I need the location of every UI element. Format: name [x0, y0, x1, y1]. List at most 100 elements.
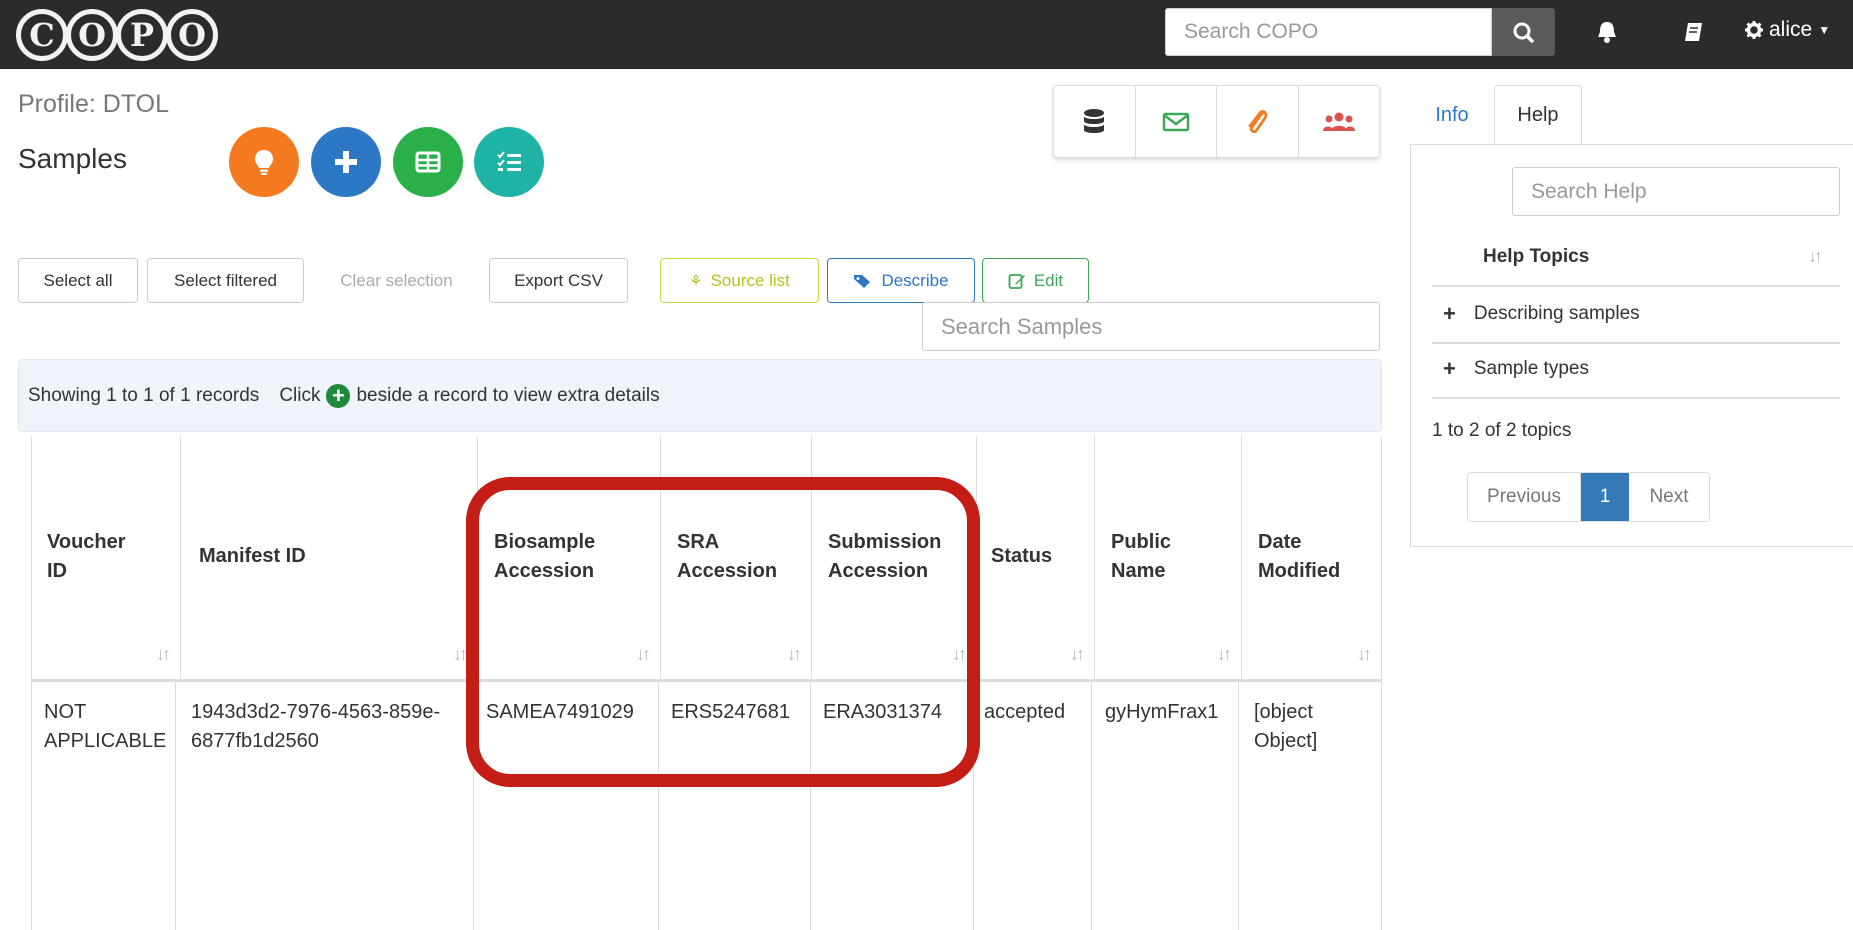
column-header-voucher-id[interactable]: Voucher ID ↓↑	[31, 436, 181, 679]
add-sample-button[interactable]	[311, 127, 381, 197]
logo-letter: C	[16, 9, 68, 61]
click-hint-text: Click	[279, 384, 321, 406]
clear-selection-button[interactable]: Clear selection	[323, 258, 470, 303]
search-help-input[interactable]: Search Help	[1512, 167, 1840, 216]
docs-button[interactable]	[1682, 16, 1706, 48]
checklist-icon	[497, 151, 521, 171]
cell-manifest-id[interactable]: 1943d3d2-7976-4563-859e- 6877fb1d2560	[176, 682, 474, 930]
divider	[1432, 285, 1840, 287]
lightbulb-icon	[255, 150, 273, 175]
attachments-button[interactable]	[1217, 86, 1299, 157]
top-navbar: C O P O Search COPO alice ▼	[0, 0, 1853, 69]
people-button[interactable]	[1299, 86, 1380, 157]
help-topics-header[interactable]: Help Topics	[1483, 246, 1589, 268]
logo-letter: O	[166, 9, 218, 61]
source-list-button[interactable]: ⚘ Source list	[660, 258, 819, 303]
cell-text: APPLICABLE	[44, 730, 167, 752]
search-samples-input[interactable]: Search Samples	[922, 302, 1380, 351]
tags-icon	[854, 274, 871, 288]
database-icon	[1084, 108, 1105, 133]
plant-icon: ⚘	[689, 272, 703, 290]
next-page-button[interactable]: Next	[1629, 473, 1709, 521]
describe-button[interactable]: Describe	[827, 258, 975, 303]
select-filtered-button[interactable]: Select filtered	[147, 258, 304, 303]
edit-button[interactable]: Edit	[982, 258, 1089, 303]
logo-letter: P	[116, 9, 168, 61]
messages-button[interactable]	[1136, 86, 1217, 157]
cell-text: [object	[1254, 701, 1313, 723]
sort-icon[interactable]: ↓↑	[453, 644, 468, 665]
plus-circle-icon: +	[326, 383, 351, 408]
header-label: Voucher	[47, 531, 126, 553]
header-label: Manifest ID	[199, 545, 306, 567]
previous-page-button[interactable]: Previous	[1468, 473, 1581, 521]
profile-title: Profile: DTOL	[18, 90, 169, 118]
logo-letter: O	[66, 9, 118, 61]
beside-hint-text: beside a record to view extra details	[356, 384, 660, 406]
export-csv-button[interactable]: Export CSV	[489, 258, 628, 303]
copo-search-input[interactable]: Search COPO	[1165, 8, 1492, 56]
paperclip-icon	[1248, 109, 1268, 133]
help-topic-item[interactable]: + Sample types	[1443, 356, 1589, 382]
divider	[1432, 397, 1840, 399]
cell-public-name[interactable]: gyHymFrax1	[1092, 682, 1239, 930]
column-header-date-modified[interactable]: Date Modified ↓↑	[1242, 436, 1382, 679]
users-icon	[1322, 112, 1355, 131]
cell-status[interactable]: accepted	[974, 682, 1092, 930]
user-menu[interactable]: alice ▼	[1745, 18, 1830, 42]
tips-button[interactable]	[229, 127, 299, 197]
header-label: Status	[991, 545, 1053, 567]
sort-icon[interactable]: ↓↑	[1808, 246, 1823, 267]
select-all-button[interactable]: Select all	[18, 258, 138, 303]
edit-label: Edit	[1033, 270, 1064, 290]
tab-info[interactable]: Info	[1413, 85, 1491, 145]
cell-text: NOT	[44, 701, 87, 723]
component-toolbar	[1053, 85, 1380, 158]
expand-icon: +	[1443, 356, 1456, 381]
header-label: Modified	[1258, 560, 1341, 582]
column-header-public-name[interactable]: Public Name ↓↑	[1095, 436, 1242, 679]
column-header-manifest-id[interactable]: Manifest ID ↓↑	[181, 436, 478, 679]
bell-icon	[1598, 22, 1616, 43]
tab-help[interactable]: Help	[1494, 85, 1582, 145]
sort-icon[interactable]: ↓↑	[1070, 644, 1085, 665]
accession-highlight-annotation	[466, 477, 980, 787]
source-list-label: Source list	[710, 270, 790, 290]
book-icon	[1685, 23, 1702, 41]
search-button[interactable]	[1492, 8, 1555, 56]
header-label: Date	[1258, 531, 1302, 553]
notifications-button[interactable]	[1595, 16, 1619, 48]
cell-date-modified[interactable]: [object Object]	[1239, 682, 1382, 930]
checklist-button[interactable]	[474, 127, 544, 197]
cell-voucher-id[interactable]: NOT APPLICABLE	[31, 682, 176, 930]
sort-icon[interactable]: ↓↑	[1217, 644, 1232, 665]
copo-logo[interactable]: C O P O	[16, 8, 218, 62]
cell-text: 1943d3d2-7976-4563-859e-	[191, 701, 441, 723]
header-label: ID	[47, 560, 67, 582]
caret-down-icon: ▼	[1818, 23, 1831, 37]
header-label: Name	[1111, 560, 1166, 582]
database-button[interactable]	[1054, 86, 1136, 157]
topic-count: 1 to 2 of 2 topics	[1432, 420, 1572, 441]
help-pagination: Previous 1 Next	[1467, 472, 1710, 522]
column-header-status[interactable]: Status ↓↑	[977, 436, 1095, 679]
spreadsheet-button[interactable]	[393, 127, 463, 197]
records-count: Showing 1 to 1 of 1 records	[28, 384, 260, 406]
header-label: Public	[1111, 531, 1172, 553]
page-title: Samples	[18, 143, 127, 174]
envelope-icon	[1162, 112, 1189, 131]
help-topic-item[interactable]: + Describing samples	[1443, 301, 1640, 327]
current-page-button[interactable]: 1	[1581, 473, 1629, 521]
cell-text: 6877fb1d2560	[191, 730, 319, 752]
sort-icon[interactable]: ↓↑	[156, 644, 171, 665]
expand-icon: +	[1443, 301, 1456, 326]
records-info-bar: Showing 1 to 1 of 1 records Click + besi…	[18, 359, 1382, 432]
divider	[1432, 342, 1840, 344]
search-icon	[1513, 22, 1534, 43]
plus-icon	[335, 151, 357, 173]
help-topic-label: Sample types	[1473, 358, 1589, 379]
describe-label: Describe	[881, 270, 949, 290]
sort-icon[interactable]: ↓↑	[1357, 644, 1372, 665]
gear-icon	[1745, 21, 1763, 39]
table-icon	[415, 151, 441, 173]
